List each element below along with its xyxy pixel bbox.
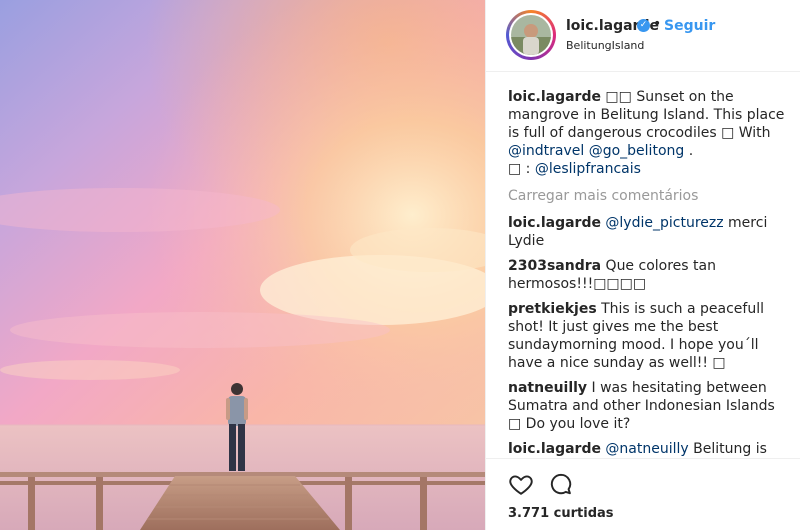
post-actions: 3.771 curtidas <box>486 458 800 530</box>
post-photo[interactable] <box>0 0 485 530</box>
caption-mention[interactable]: @go_belitong <box>589 143 685 159</box>
post-location[interactable]: BelitungIsland <box>566 39 644 52</box>
comment-mention[interactable]: @lydie_picturezz <box>605 215 723 231</box>
post-side-panel: loic.lagarde ✓ • Seguir BelitungIsland l… <box>485 0 800 530</box>
sunset-pier-photo <box>0 0 485 530</box>
caption: loic.lagarde □□ Sunset on the mangrove i… <box>508 88 790 178</box>
avatar[interactable] <box>506 10 556 60</box>
comment-username[interactable]: loic.lagarde <box>508 215 601 231</box>
comment-item: 2303sandra Que colores tan hermosos!!!□□… <box>508 257 790 293</box>
comment-username[interactable]: pretkiekjes <box>508 301 597 317</box>
caption-username[interactable]: loic.lagarde <box>508 89 601 105</box>
comment-mention[interactable]: @natneuilly <box>605 441 688 457</box>
comment-item: loic.lagarde @natneuilly Belitung is ver… <box>508 440 790 458</box>
heart-icon[interactable] <box>508 471 534 497</box>
comment-item: loic.lagarde @lydie_picturezz merci Lydi… <box>508 214 790 250</box>
comment-username[interactable]: loic.lagarde <box>508 441 601 457</box>
caption-mention[interactable]: @leslipfrancais <box>535 161 641 177</box>
separator-dot: • <box>653 16 662 32</box>
load-more-comments-button[interactable]: Carregar mais comentários <box>508 187 790 205</box>
likes-count[interactable]: 3.771 curtidas <box>508 506 614 521</box>
comment-username[interactable]: 2303sandra <box>508 258 601 274</box>
caption-mention[interactable]: @indtravel <box>508 143 584 159</box>
comment-item: pretkiekjes This is such a peacefull sho… <box>508 300 790 372</box>
comment-username[interactable]: natneuilly <box>508 380 587 396</box>
verified-badge-icon: ✓ <box>637 19 650 32</box>
comment-icon[interactable] <box>548 471 574 497</box>
post-header: loic.lagarde ✓ • Seguir BelitungIsland <box>486 0 800 72</box>
comment-item: natneuilly I was hesitating between Suma… <box>508 379 790 433</box>
avatar-photo <box>511 15 551 55</box>
comments-list[interactable]: loic.lagarde □□ Sunset on the mangrove i… <box>508 88 790 458</box>
follow-button[interactable]: Seguir <box>664 18 715 34</box>
